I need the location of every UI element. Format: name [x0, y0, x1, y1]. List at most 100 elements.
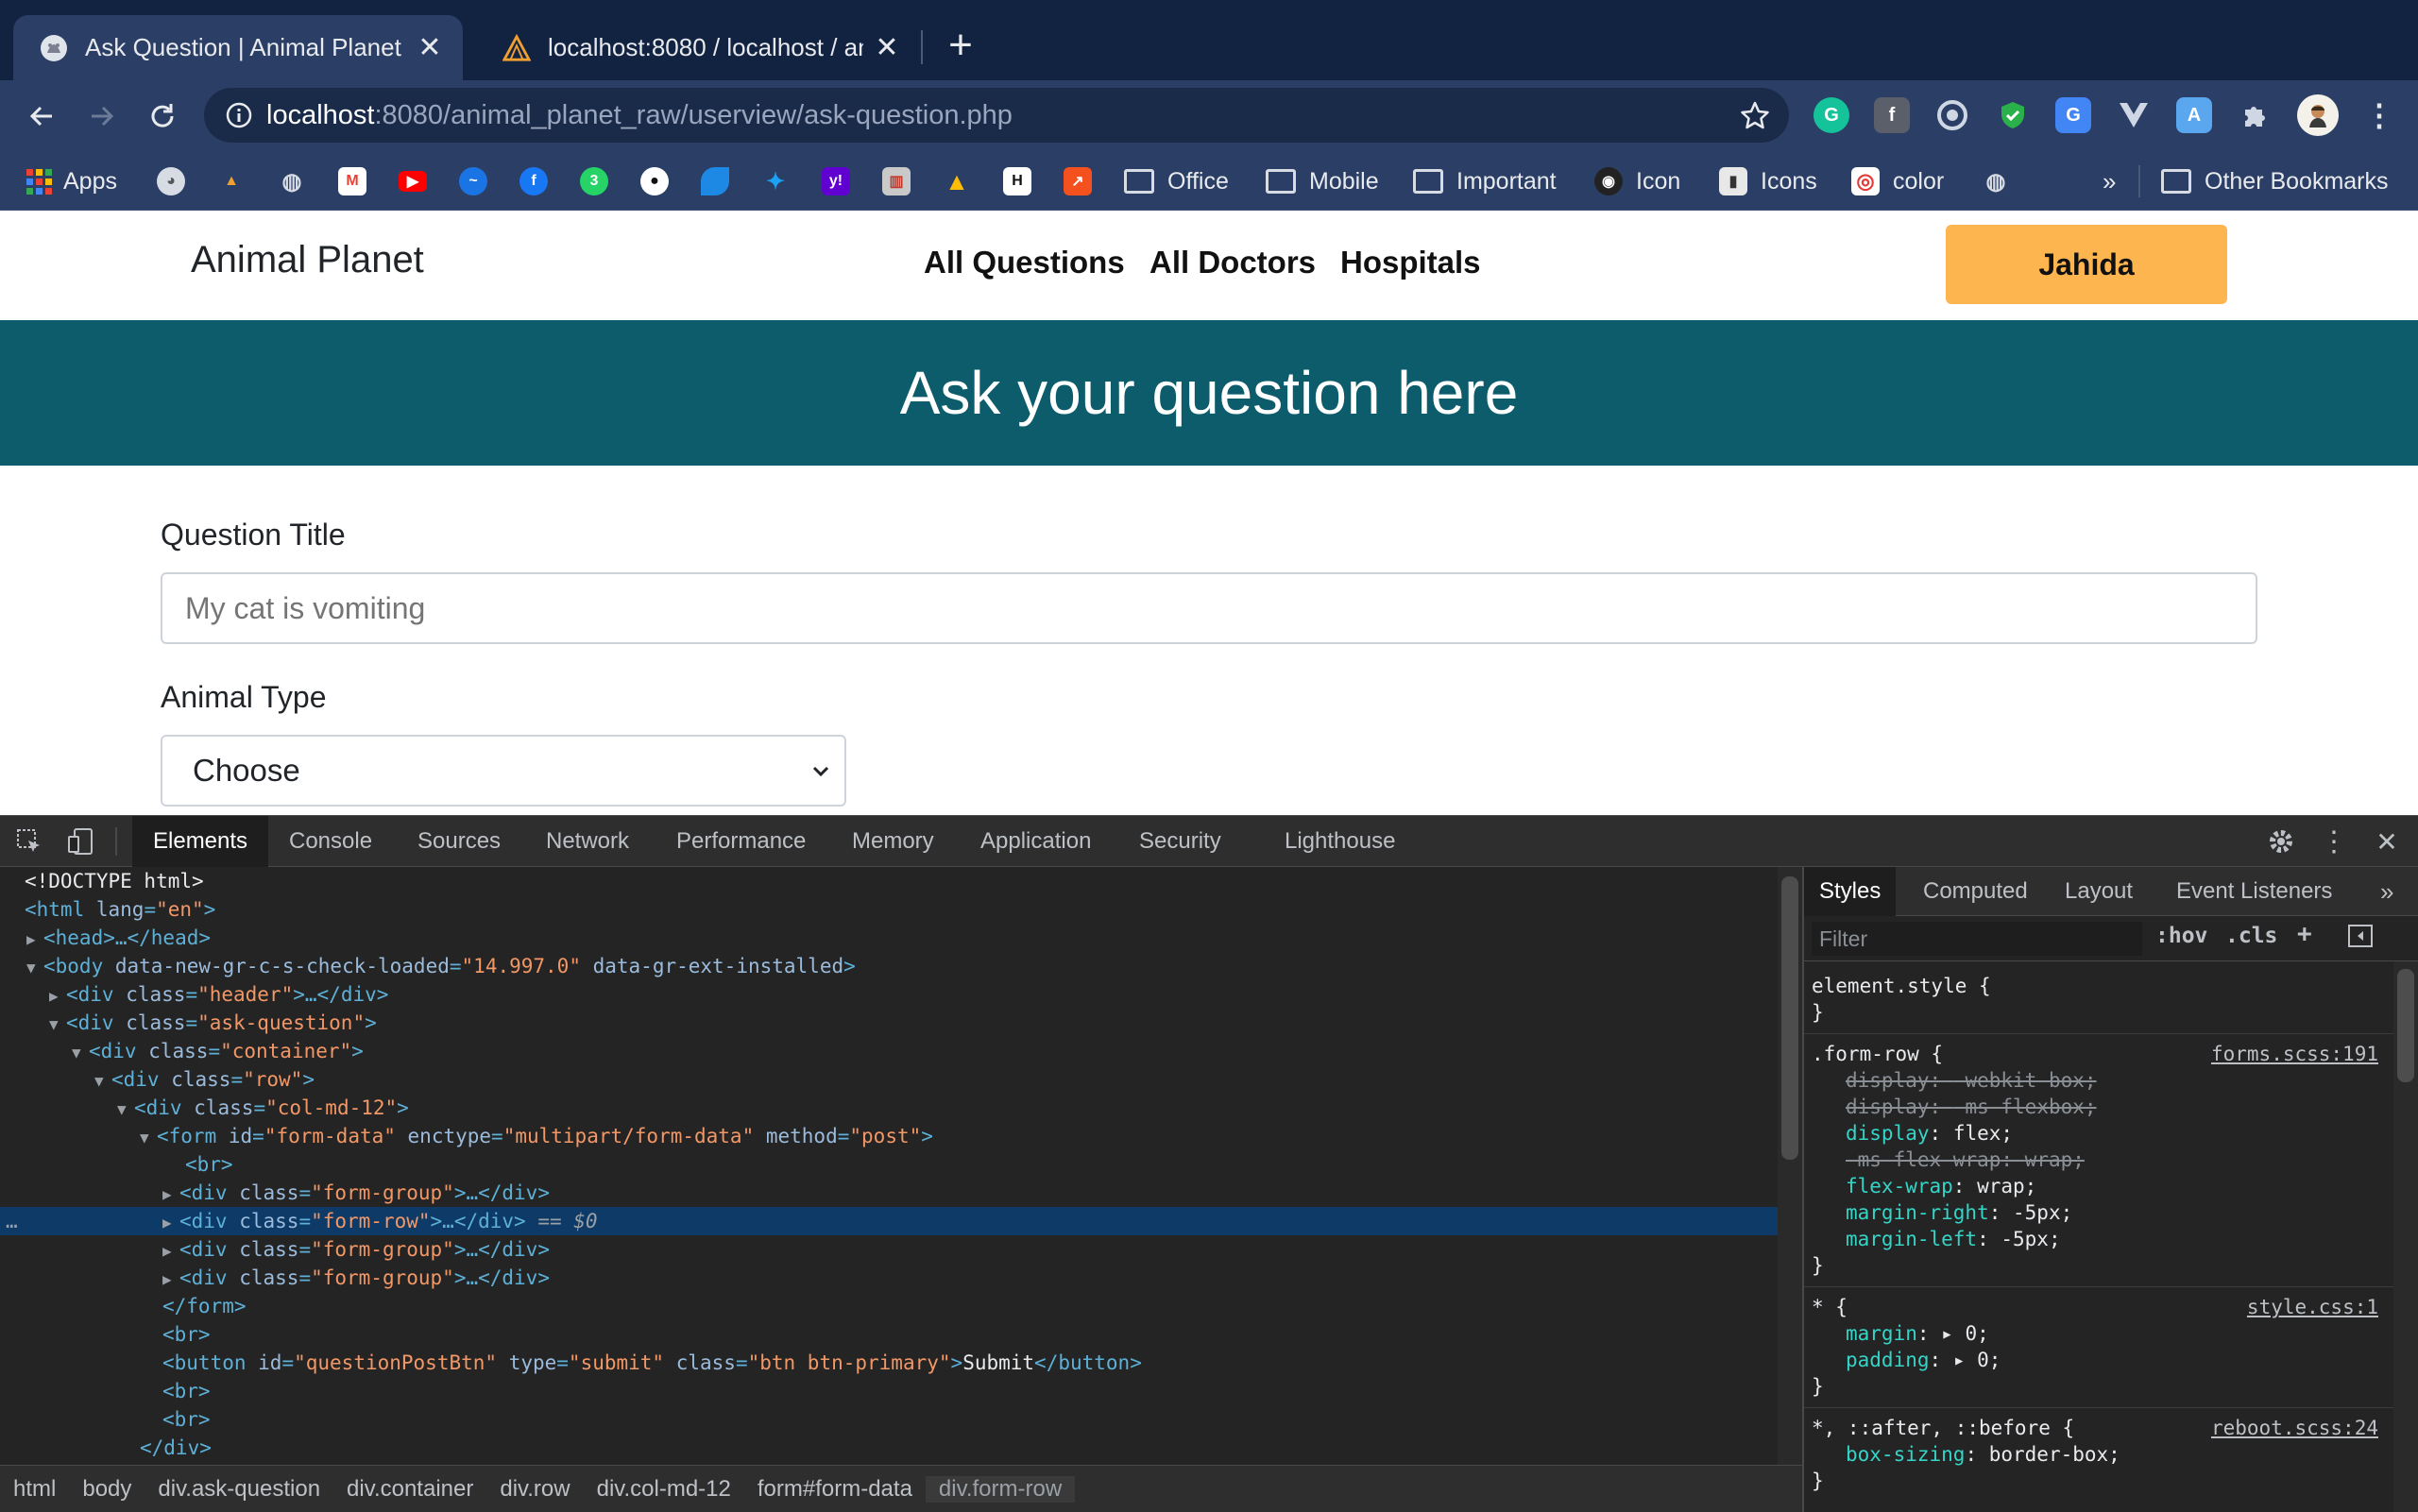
dom-node-form-row-selected[interactable]: … ▶ <div class="form-row">…</div> == $0	[0, 1207, 1778, 1235]
style-declaration[interactable]: box-sizing: border-box;	[1812, 1441, 2386, 1468]
style-declaration[interactable]: padding: ▸ 0;	[1812, 1347, 2386, 1373]
expand-triangle-icon[interactable]: ▶	[162, 1237, 179, 1266]
shield-extension-icon[interactable]	[1995, 97, 2031, 133]
reload-button[interactable]	[142, 95, 183, 137]
bookmarks-overflow-button[interactable]: »	[2103, 165, 2116, 197]
profile-avatar-icon[interactable]	[2297, 94, 2339, 136]
forward-button[interactable]	[81, 95, 123, 137]
styles-tab-layout[interactable]: Layout	[2050, 867, 2148, 916]
styles-scrollbar[interactable]	[2393, 961, 2418, 1512]
breadcrumb-html[interactable]: html	[0, 1476, 69, 1503]
dom-node-br[interactable]: <br>	[0, 1320, 1778, 1349]
bookmark-youtube[interactable]: ▶	[399, 165, 427, 197]
bookmark-phpmyadmin[interactable]: ▲	[217, 165, 246, 197]
breadcrumb-body[interactable]: body	[69, 1476, 145, 1503]
scrollbar-thumb[interactable]	[1781, 876, 1798, 1160]
style-declaration[interactable]: display: -ms-flexbox;	[1812, 1094, 2386, 1120]
circle-extension-icon[interactable]	[1934, 97, 1970, 133]
breadcrumb-form[interactable]: form#form-data	[744, 1476, 926, 1503]
dom-node-br[interactable]: <br>	[0, 1377, 1778, 1405]
breadcrumb-col[interactable]: div.col-md-12	[584, 1476, 744, 1503]
browser-tab-active[interactable]: Ask Question | Animal Planet ✕	[13, 15, 463, 80]
expand-triangle-icon[interactable]: ▶	[49, 982, 66, 1011]
devtools-close-icon[interactable]: ✕	[2371, 825, 2403, 858]
inspect-element-icon[interactable]	[13, 825, 45, 858]
rule-source-link[interactable]: reboot.scss:24	[2211, 1415, 2378, 1441]
close-tab-icon[interactable]: ✕	[871, 32, 903, 64]
dom-node-body[interactable]: ▼ <body data-new-gr-c-s-check-loaded="14.…	[0, 952, 1778, 980]
bookmark-icon[interactable]: ◉ Icon	[1594, 165, 1680, 197]
site-info-icon[interactable]	[225, 101, 253, 129]
dom-node-button[interactable]: <button id="questionPostBtn" type="submi…	[0, 1349, 1778, 1377]
font-extension-icon[interactable]: A	[2176, 97, 2212, 133]
style-declaration[interactable]: margin: ▸ 0;	[1812, 1320, 2386, 1347]
style-rule-element[interactable]: element.style { }	[1804, 969, 2393, 1034]
bookmark-hackerrank[interactable]: H	[1003, 165, 1031, 197]
collapse-triangle-icon[interactable]: ▼	[117, 1096, 134, 1124]
user-button[interactable]: Jahida	[1946, 225, 2227, 304]
bookmark-globe-1[interactable]: ◍	[278, 165, 306, 197]
device-toolbar-icon[interactable]	[64, 825, 96, 858]
close-tab-icon[interactable]: ✕	[414, 32, 446, 64]
vue-extension-icon[interactable]	[2116, 97, 2152, 133]
bookmark-folder-office[interactable]: Office	[1124, 165, 1229, 197]
bookmark-apps[interactable]: Apps	[26, 165, 117, 197]
style-declaration[interactable]: display: -webkit-box;	[1812, 1067, 2386, 1094]
rule-source-link[interactable]: style.css:1	[2247, 1294, 2378, 1320]
grammarly-extension-icon[interactable]: G	[1814, 97, 1849, 133]
nav-hospitals[interactable]: Hospitals	[1340, 245, 1481, 280]
node-actions-ellipsis[interactable]: …	[6, 1207, 18, 1235]
expand-triangle-icon[interactable]: ▶	[26, 926, 43, 954]
devtools-tab-application[interactable]: Application	[960, 816, 1112, 867]
collapse-triangle-icon[interactable]: ▼	[26, 954, 43, 982]
hover-state-toggle[interactable]: :hov	[2155, 924, 2207, 948]
dom-scrollbar[interactable]	[1778, 867, 1802, 1465]
style-declaration[interactable]: flex-wrap: wrap;	[1812, 1173, 2386, 1199]
style-declaration[interactable]: display: flex;	[1812, 1120, 2386, 1147]
devtools-tab-elements[interactable]: Elements	[132, 816, 269, 867]
dom-node-form[interactable]: ▼ <form id="form-data" enctype="multipart…	[0, 1122, 1778, 1150]
bookmark-gmail[interactable]: M	[338, 165, 366, 197]
collapse-triangle-icon[interactable]: ▼	[94, 1067, 111, 1096]
devtools-tab-console[interactable]: Console	[268, 816, 393, 867]
devtools-tab-security[interactable]: Security	[1118, 816, 1242, 867]
dom-node-br[interactable]: <br>	[0, 1405, 1778, 1434]
bookmark-facebook[interactable]: f	[519, 165, 548, 197]
dom-node-html[interactable]: <html lang="en">	[0, 895, 1778, 924]
styles-filter-input[interactable]: Filter	[1812, 922, 2142, 956]
nav-all-questions[interactable]: All Questions	[924, 245, 1125, 280]
bookmark-folder-mobile[interactable]: Mobile	[1266, 165, 1379, 197]
scrollbar-thumb[interactable]	[2397, 969, 2414, 1082]
bookmark-github[interactable]: ●	[640, 165, 669, 197]
dom-node-header-div[interactable]: ▶ <div class="header">…</div>	[0, 980, 1778, 1009]
devtools-tab-lighthouse[interactable]: Lighthouse	[1264, 816, 1416, 867]
breadcrumb-container[interactable]: div.container	[333, 1476, 486, 1503]
dom-node-form-close[interactable]: </form>	[0, 1292, 1778, 1320]
dom-node-form-group[interactable]: ▶ <div class="form-group">…</div>	[0, 1235, 1778, 1264]
styles-tabs-overflow[interactable]: »	[2365, 867, 2409, 916]
bookmark-globe-2[interactable]: ◍	[1982, 165, 2010, 197]
devtools-more-icon[interactable]: ⋮	[2318, 825, 2350, 858]
collapse-triangle-icon[interactable]: ▼	[140, 1124, 157, 1152]
bookmark-orange[interactable]: ↗	[1064, 165, 1092, 197]
bookmark-whatsapp[interactable]: 3	[580, 165, 608, 197]
bookmark-color[interactable]: ◎ color	[1851, 165, 1944, 197]
style-declaration[interactable]: -ms-flex-wrap: wrap;	[1812, 1147, 2386, 1173]
toggle-sidebar-icon[interactable]	[2346, 922, 2375, 956]
browser-menu-icon[interactable]: ⋮	[2361, 97, 2397, 133]
style-rule-reboot[interactable]: *, ::after, ::before {reboot.scss:24 box…	[1804, 1411, 2393, 1502]
rule-source-link[interactable]: forms.scss:191	[2211, 1041, 2378, 1067]
bookmark-twitter[interactable]: ✦	[761, 165, 790, 197]
nav-all-doctors[interactable]: All Doctors	[1149, 245, 1316, 280]
new-style-rule-icon[interactable]: +	[2297, 920, 2312, 948]
bookmark-yahoo[interactable]: y!	[822, 165, 850, 197]
bookmark-animal-icon[interactable]: ◕	[157, 165, 185, 197]
dom-node-row-div[interactable]: ▼ <div class="row">	[0, 1065, 1778, 1094]
dom-node-doctype[interactable]: <!DOCTYPE html>	[0, 867, 1778, 895]
bookmark-jar[interactable]: ▥	[882, 165, 911, 197]
dom-node-br[interactable]: <br>	[0, 1150, 1778, 1179]
style-declaration[interactable]: margin-right: -5px;	[1812, 1199, 2386, 1226]
dom-node-head[interactable]: ▶ <head>…</head>	[0, 924, 1778, 952]
styles-tab-computed[interactable]: Computed	[1908, 867, 2043, 916]
style-rule-universal[interactable]: * {style.css:1 margin: ▸ 0; padding: ▸ 0…	[1804, 1290, 2393, 1408]
